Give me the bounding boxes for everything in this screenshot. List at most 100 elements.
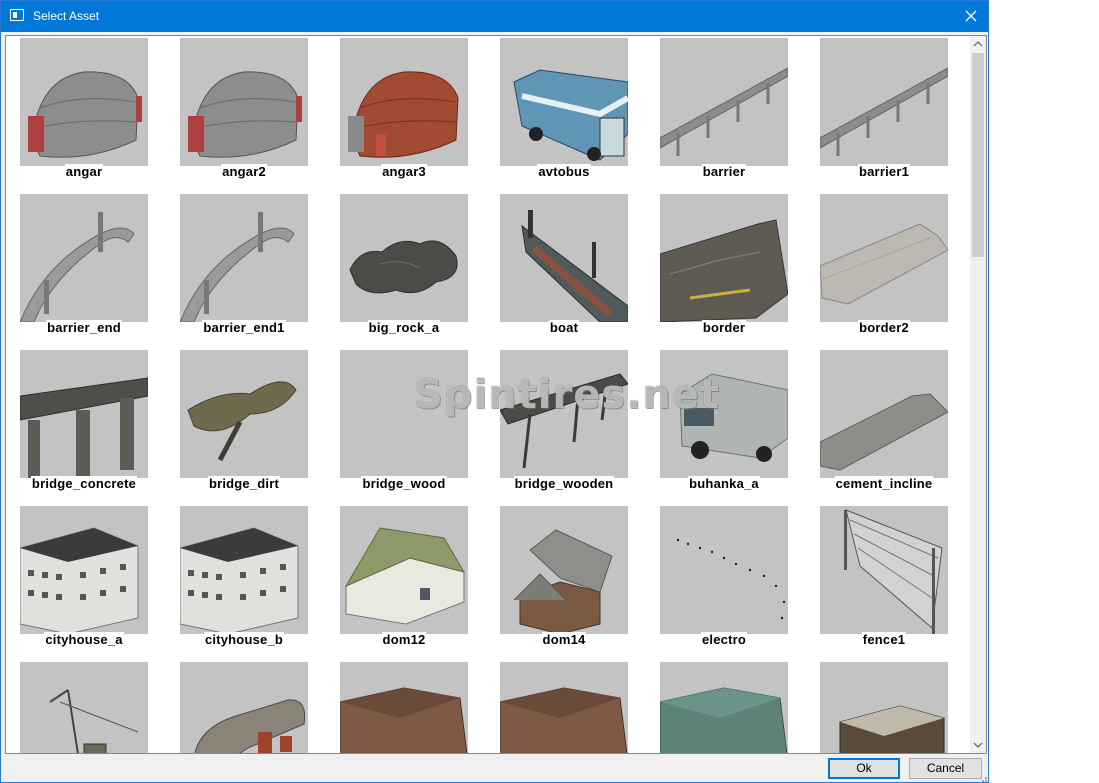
asset-label: barrier1 [857,164,911,179]
window-title: Select Asset [33,9,100,23]
asset-thumbnail [20,194,148,322]
asset-tile[interactable] [180,662,330,753]
asset-tile[interactable]: border [660,194,810,344]
ok-button[interactable]: Ok [828,758,900,779]
apartment-block-icon [180,527,299,634]
concrete-barrier-icon [820,223,948,305]
asset-label: bridge_concrete [30,476,138,491]
garage-green-icon [660,687,788,753]
asset-tile[interactable]: angar [20,38,170,188]
asset-label: bridge_dirt [207,476,281,491]
asset-tile[interactable]: angar2 [180,38,330,188]
asset-tile[interactable] [340,662,490,753]
asset-label: barrier_end1 [202,320,286,335]
close-icon [965,10,977,22]
asset-tile[interactable]: barrier [660,38,810,188]
asset-label: angar2 [221,164,267,179]
asset-thumbnail [20,662,148,753]
asset-tile[interactable]: barrier_end [20,194,170,344]
select-asset-dialog: Select Asset angar angar2 angar3 avtobus bar… [0,0,989,783]
scroll-thumb[interactable] [972,53,984,257]
garage-icon [340,687,468,753]
chevron-down-icon [973,742,983,748]
asset-tile[interactable]: cityhouse_a [20,506,170,656]
cottage-icon [513,529,613,634]
asset-tile[interactable]: dom12 [340,506,490,656]
asset-tile[interactable]: big_rock_a [340,194,490,344]
asset-thumbnail [340,38,468,166]
asset-tile[interactable]: boat [500,194,650,344]
cancel-button[interactable]: Cancel [909,758,982,779]
scroll-up-button[interactable] [970,36,986,52]
asset-thumbnail [340,662,468,753]
asset-thumbnail [660,194,788,322]
hangar-icon [188,71,302,158]
asset-tile[interactable] [500,662,650,753]
asset-tile[interactable]: dom14 [500,506,650,656]
guardrail-end-icon [20,212,135,322]
asset-tile[interactable]: cityhouse_b [180,506,330,656]
asset-label: cityhouse_a [44,632,124,647]
asset-thumbnail [180,38,308,166]
asset-label: bridge_wood [361,476,447,491]
asset-label: big_rock_a [367,320,441,335]
dirt-bridge-icon [187,381,297,462]
asset-label: border [701,320,747,335]
asset-thumbnail [180,194,308,322]
asset-thumbnail [660,506,788,634]
asset-thumbnail [500,506,628,634]
asset-tile[interactable]: electro [660,506,810,656]
asset-label: bridge_wooden [513,476,615,491]
asset-thumbnail [20,350,148,478]
asset-list[interactable]: angar angar2 angar3 avtobus barrier barrier1 b… [5,35,987,754]
asset-tile[interactable]: angar3 [340,38,490,188]
asset-label: cityhouse_b [203,632,285,647]
bus-icon [513,69,628,161]
asset-label: avtobus [537,164,591,179]
asset-label: border2 [858,320,910,335]
asset-label: electro [700,632,748,647]
rubble-wall-icon [660,219,788,322]
asset-label: dom14 [541,632,587,647]
close-button[interactable] [954,1,988,32]
asset-tile[interactable]: avtobus [500,38,650,188]
asset-label: barrier [701,164,747,179]
ramp-icon [820,393,948,471]
asset-tile[interactable]: cement_incline [820,350,970,500]
asset-thumbnail [500,194,628,322]
asset-tile[interactable] [20,662,170,753]
asset-tile[interactable]: border2 [820,194,970,344]
watermark: Spintires.net [414,372,721,418]
rock-icon [349,240,458,294]
house-icon [344,527,466,625]
asset-thumbnail [820,350,948,478]
asset-tile[interactable]: barrier1 [820,38,970,188]
asset-tile[interactable]: bridge_concrete [20,350,170,500]
title-bar[interactable]: Select Asset [1,1,988,32]
asset-thumbnail [20,38,148,166]
hangar-rusty-icon [348,71,459,158]
mesh-fence-icon [844,509,943,634]
asset-tile[interactable] [660,662,810,753]
asset-tile[interactable]: fence1 [820,506,970,656]
asset-tile[interactable]: bridge_dirt [180,350,330,500]
asset-thumbnail [820,506,948,634]
guardrail-end-icon [180,212,295,322]
asset-label: barrier_end [46,320,122,335]
chevron-up-icon [973,41,983,47]
vertical-scrollbar[interactable] [970,36,986,753]
resize-grip-icon[interactable] [978,774,988,783]
tank-icon [194,699,306,753]
asset-thumbnail [340,506,468,634]
asset-label: angar3 [381,164,427,179]
asset-tile[interactable] [820,662,970,753]
scroll-down-button[interactable] [970,737,986,753]
guardrail-icon [820,67,948,156]
asset-thumbnail [180,350,308,478]
asset-label: boat [548,320,580,335]
asset-thumbnail [820,194,948,322]
asset-thumbnail [180,662,308,753]
garage-icon [500,687,628,753]
asset-label: dom12 [381,632,427,647]
asset-tile[interactable]: barrier_end1 [180,194,330,344]
